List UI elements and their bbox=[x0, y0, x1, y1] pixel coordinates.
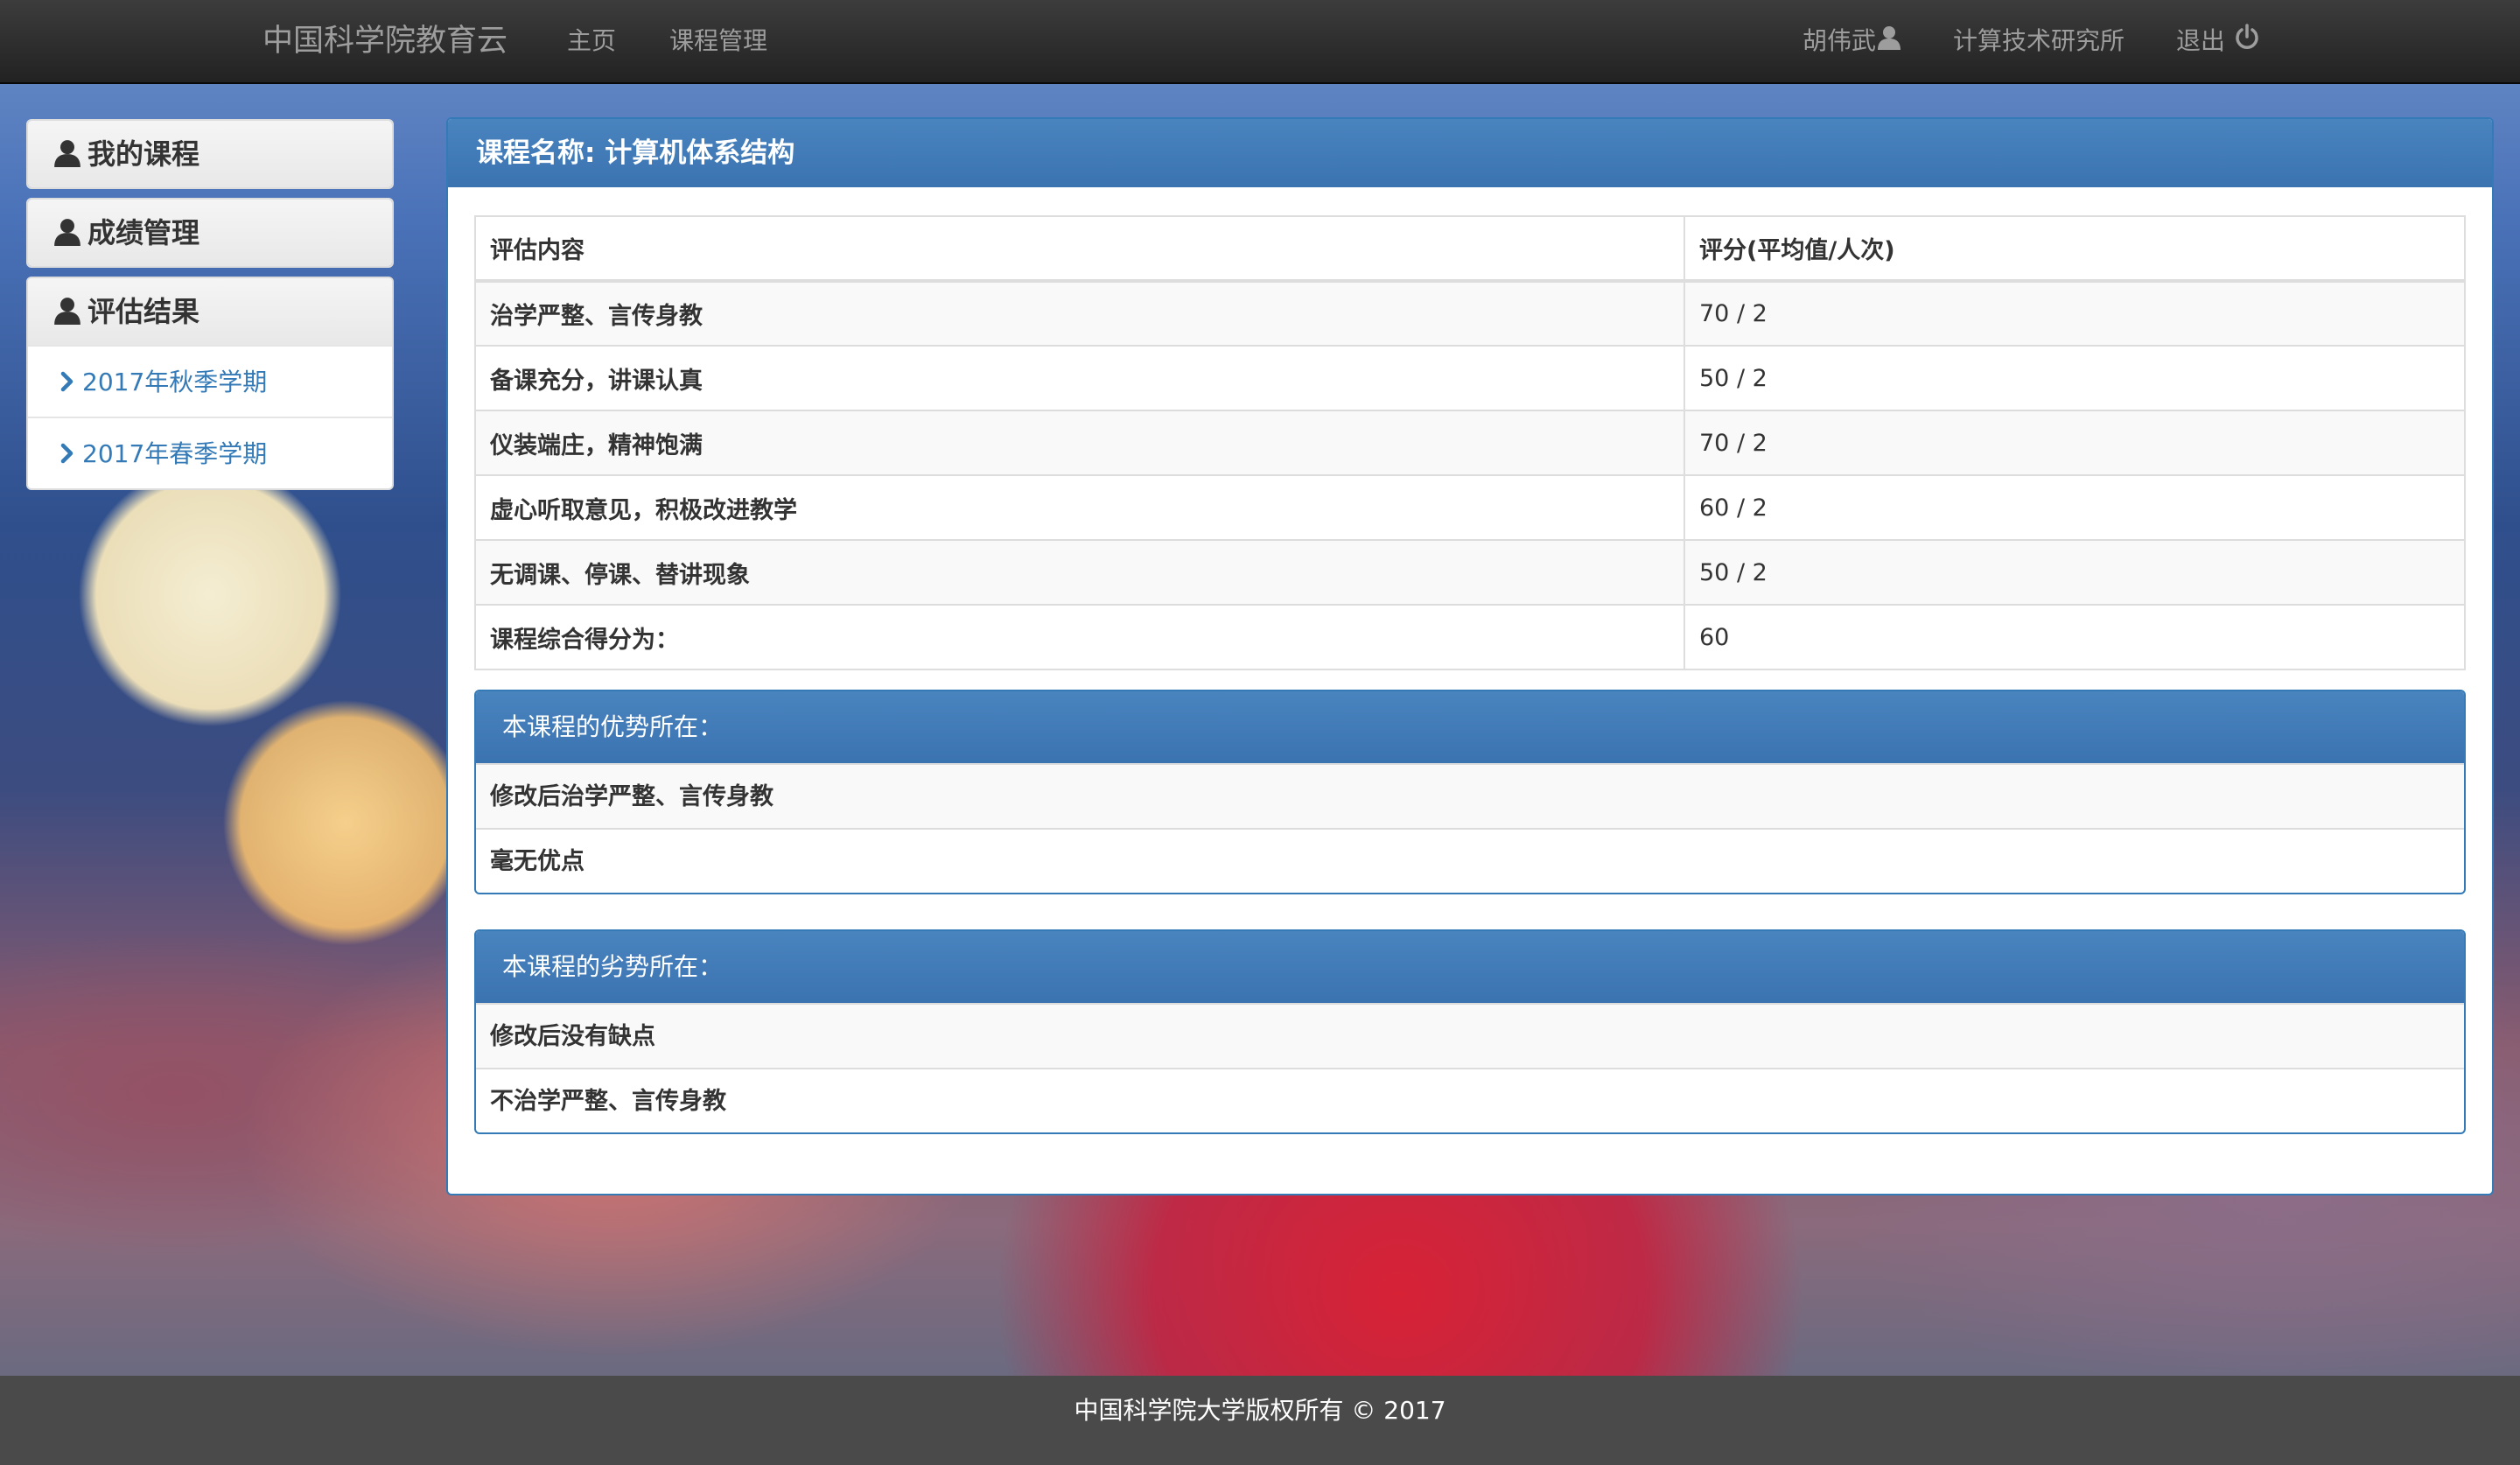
criterion-cell: 课程综合得分为： bbox=[474, 604, 1685, 670]
criterion-cell: 虚心听取意见，积极改进教学 bbox=[474, 474, 1685, 541]
weaknesses-title: 本课程的劣势所在： bbox=[476, 931, 2464, 1003]
sidebar-item-my-courses[interactable]: 我的课程 bbox=[28, 121, 392, 187]
total-score-row: 课程综合得分为： 60 bbox=[474, 604, 2466, 670]
sidebar-panel-my-courses: 我的课程 bbox=[26, 119, 394, 189]
criterion-cell: 仪装端庄，精神饱满 bbox=[474, 410, 1685, 476]
table-row: 无调课、停课、替讲现象 50 / 2 bbox=[474, 539, 2466, 606]
institute-link[interactable]: 计算技术研究所 bbox=[1953, 0, 2124, 82]
chevron-right-icon bbox=[60, 420, 75, 488]
sidebar-subitem-spring-2017[interactable]: 2017年春季学期 bbox=[28, 417, 392, 488]
sidebar-item-label: 评估结果 bbox=[88, 295, 200, 328]
strengths-title: 本课程的优势所在： bbox=[476, 691, 2464, 763]
list-item: 修改后治学严整、言传身教 bbox=[476, 763, 2464, 828]
sidebar-subitem-label: 2017年秋季学期 bbox=[82, 368, 268, 396]
logout-label: 退出 bbox=[2176, 26, 2226, 55]
score-cell: 50 / 2 bbox=[1684, 345, 2466, 411]
criterion-cell: 备课充分，讲课认真 bbox=[474, 345, 1685, 411]
table-row: 备课充分，讲课认真 50 / 2 bbox=[474, 345, 2466, 411]
list-item: 不治学严整、言传身教 bbox=[476, 1068, 2464, 1132]
sidebar-item-evaluation-results[interactable]: 评估结果 bbox=[28, 278, 392, 345]
sidebar-item-label: 成绩管理 bbox=[88, 216, 200, 249]
table-header-row: 评估内容 评分(平均值/人次) bbox=[474, 215, 2466, 283]
footer: 中国科学院大学版权所有 © 2017 bbox=[0, 1376, 2520, 1465]
user-icon bbox=[54, 124, 80, 187]
evaluation-table: 评估内容 评分(平均值/人次) 治学严整、言传身教 70 / 2 备课充分，讲课… bbox=[474, 215, 2466, 670]
weaknesses-panel: 本课程的劣势所在： 修改后没有缺点 不治学严整、言传身教 bbox=[474, 929, 2466, 1134]
list-item: 修改后没有缺点 bbox=[476, 1003, 2464, 1068]
score-cell: 60 / 2 bbox=[1684, 474, 2466, 541]
score-cell: 70 / 2 bbox=[1684, 410, 2466, 476]
logout-link[interactable]: 退出 bbox=[2176, 0, 2259, 82]
power-icon bbox=[2235, 1, 2259, 83]
nav-course-management-link[interactable]: 课程管理 bbox=[669, 0, 767, 82]
brand-link[interactable]: 中国科学院教育云 bbox=[262, 0, 508, 82]
sidebar-panel-grade-management: 成绩管理 bbox=[26, 198, 394, 268]
criterion-cell: 治学严整、言传身教 bbox=[474, 280, 1685, 347]
user-icon bbox=[54, 203, 80, 266]
criterion-cell: 无调课、停课、替讲现象 bbox=[474, 539, 1685, 606]
table-row: 治学严整、言传身教 70 / 2 bbox=[474, 280, 2466, 347]
score-cell: 70 / 2 bbox=[1684, 280, 2466, 347]
sidebar-subitem-fall-2017[interactable]: 2017年秋季学期 bbox=[28, 345, 392, 417]
user-name: 胡伟武 bbox=[1802, 26, 1877, 55]
sidebar-item-label: 我的课程 bbox=[88, 137, 200, 171]
sidebar-item-grade-management[interactable]: 成绩管理 bbox=[28, 200, 392, 266]
course-evaluation-panel: 课程名称: 计算机体系结构 评估内容 评分(平均值/人次) 治学严整、言传身教 … bbox=[446, 117, 2494, 1195]
user-icon bbox=[54, 282, 80, 348]
strengths-panel: 本课程的优势所在： 修改后治学严整、言传身教 毫无优点 bbox=[474, 690, 2466, 894]
column-header: 评估内容 bbox=[474, 215, 1685, 283]
column-header: 评分(平均值/人次) bbox=[1684, 215, 2466, 283]
copyright-text: 中国科学院大学版权所有 © 2017 bbox=[1074, 1396, 1446, 1425]
course-title: 课程名称: 计算机体系结构 bbox=[448, 119, 2492, 187]
top-navbar: 中国科学院教育云 主页 课程管理 胡伟武 计算技术研究所 退出 bbox=[0, 0, 2520, 84]
sidebar: 我的课程 成绩管理 评估结果 2017年秋季学期 2017年春季学期 bbox=[26, 119, 394, 499]
user-link[interactable]: 胡伟武 bbox=[1802, 0, 1901, 83]
sidebar-panel-evaluation-results: 评估结果 2017年秋季学期 2017年春季学期 bbox=[26, 277, 394, 490]
table-row: 虚心听取意见，积极改进教学 60 / 2 bbox=[474, 474, 2466, 541]
score-cell: 50 / 2 bbox=[1684, 539, 2466, 606]
nav-home-link[interactable]: 主页 bbox=[567, 0, 616, 82]
score-cell: 60 bbox=[1684, 604, 2466, 670]
user-icon bbox=[1878, 1, 1901, 83]
table-row: 仪装端庄，精神饱满 70 / 2 bbox=[474, 410, 2466, 476]
list-item: 毫无优点 bbox=[476, 828, 2464, 893]
chevron-right-icon bbox=[60, 348, 75, 420]
sidebar-subitem-label: 2017年春季学期 bbox=[82, 439, 268, 468]
